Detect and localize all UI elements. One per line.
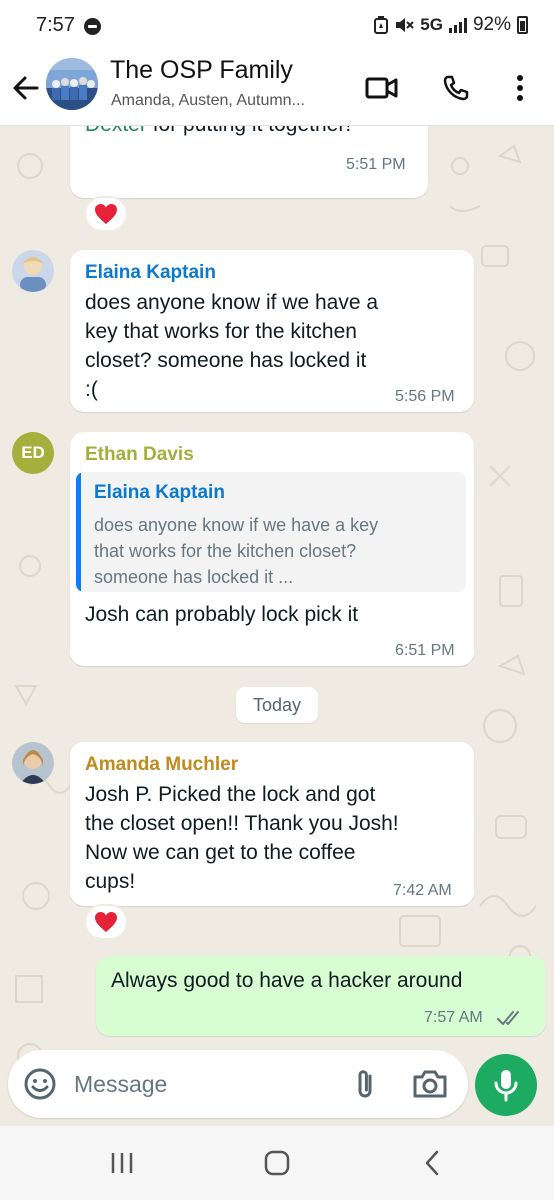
mention-link[interactable]: Dexter — [85, 126, 147, 136]
status-indicators: 5G 92% — [374, 14, 528, 36]
reaction-badge[interactable] — [84, 196, 128, 232]
sender-name[interactable]: Amanda Muchler — [85, 754, 238, 776]
date-divider: Today — [236, 687, 318, 723]
camera-button[interactable] — [410, 1066, 450, 1102]
message-bubble[interactable]: Ethan Davis Elaina Kaptain does anyone k… — [70, 432, 474, 666]
recents-button[interactable] — [102, 1146, 142, 1180]
group-title[interactable]: The OSP Family — [110, 56, 293, 85]
emoji-button[interactable] — [22, 1066, 58, 1102]
quoted-line: someone has locked it ... — [94, 567, 294, 587]
sender-name[interactable]: Elaina Kaptain — [85, 262, 216, 284]
avatar-photo — [12, 250, 54, 292]
system-nav-bar — [0, 1126, 554, 1200]
message-time: 5:56 PM — [395, 388, 455, 405]
message-text: does anyone know if we have a key that w… — [85, 288, 465, 404]
sender-avatar[interactable] — [12, 250, 54, 292]
message-time: 6:51 PM — [395, 642, 455, 659]
attach-icon — [358, 1070, 372, 1098]
voice-call-button[interactable] — [434, 66, 478, 110]
quoted-text: does anyone know if we have a key that w… — [94, 512, 378, 590]
home-icon — [264, 1150, 290, 1176]
message-text-part: for putting it together! — [147, 126, 351, 136]
message-bubble[interactable]: Dexter for putting it together! 5:51 PM — [70, 126, 428, 198]
video-call-icon — [365, 77, 398, 99]
chat-header: The OSP Family Amanda, Austen, Autumn... — [0, 54, 554, 126]
quoted-line: does anyone know if we have a key — [94, 515, 379, 535]
message-line: closet? someone has locked it — [85, 349, 367, 372]
message-text: Dexter for putting it together! — [85, 126, 425, 139]
message-time: 5:51 PM — [346, 156, 406, 173]
back-arrow-icon — [13, 76, 39, 100]
mic-icon — [494, 1070, 518, 1102]
voice-message-button[interactable] — [475, 1054, 537, 1116]
more-icon — [517, 75, 523, 101]
message-text: Always good to have a hacker around — [111, 969, 463, 992]
message-time: 7:57 AM — [424, 1009, 483, 1026]
sender-avatar[interactable]: ED — [12, 432, 54, 474]
message-composer — [8, 1050, 468, 1118]
message-bubble[interactable]: Amanda Muchler Josh P. Picked the lock a… — [70, 742, 474, 906]
chat-area[interactable]: Dexter for putting it together! 5:51 PM … — [0, 126, 554, 1126]
status-time: 7:57 — [36, 14, 75, 36]
recents-icon — [111, 1153, 133, 1173]
dnd-icon — [84, 18, 101, 35]
heart-icon — [95, 204, 117, 224]
quoted-message[interactable]: Elaina Kaptain does anyone know if we ha… — [76, 472, 466, 592]
network-type: 5G — [420, 15, 443, 34]
message-line: Now we can get to the coffee — [85, 841, 356, 864]
battery-icon — [517, 16, 528, 34]
video-call-button[interactable] — [360, 66, 404, 110]
back-icon — [425, 1150, 439, 1176]
message-line: the closet open!! Thank you Josh! — [85, 812, 399, 835]
message-line: key that works for the kitchen — [85, 320, 357, 343]
signal-icon — [448, 17, 467, 33]
reaction-badge[interactable] — [84, 904, 128, 940]
home-button[interactable] — [257, 1146, 297, 1180]
quote-accent-bar — [76, 472, 81, 592]
message-line: does anyone know if we have a — [85, 291, 379, 314]
attach-button[interactable] — [348, 1066, 384, 1102]
sender-avatar[interactable] — [12, 742, 54, 784]
mute-icon — [396, 18, 414, 32]
quoted-line: that works for the kitchen closet? — [94, 541, 357, 561]
group-photo — [46, 58, 98, 110]
avatar-photo — [12, 742, 54, 784]
data-saver-icon — [374, 16, 389, 34]
more-options-button[interactable] — [498, 66, 542, 110]
battery-percent: 92% — [472, 14, 511, 35]
emoji-icon — [24, 1068, 56, 1100]
message-text: Josh can probably lock pick it — [85, 603, 359, 626]
message-text: Josh P. Picked the lock and got the clos… — [85, 780, 471, 896]
double-check-icon — [497, 1011, 519, 1025]
message-line: Josh P. Picked the lock and got — [85, 783, 376, 806]
camera-icon — [413, 1070, 447, 1098]
heart-icon — [95, 912, 117, 932]
group-avatar[interactable] — [46, 58, 98, 110]
outgoing-message-bubble[interactable]: Always good to have a hacker around 7:57… — [96, 956, 546, 1036]
status-bar: 7:57 5G 92% — [0, 0, 554, 54]
group-members[interactable]: Amanda, Austen, Autumn... — [111, 92, 305, 110]
system-back-button[interactable] — [412, 1146, 452, 1180]
sender-name[interactable]: Ethan Davis — [85, 444, 194, 466]
message-time: 7:42 AM — [393, 882, 452, 899]
back-button[interactable] — [6, 68, 46, 108]
message-input[interactable] — [74, 1066, 294, 1102]
quoted-sender: Elaina Kaptain — [94, 482, 225, 503]
message-bubble[interactable]: Elaina Kaptain does anyone know if we ha… — [70, 250, 474, 412]
phone-icon — [443, 75, 469, 101]
